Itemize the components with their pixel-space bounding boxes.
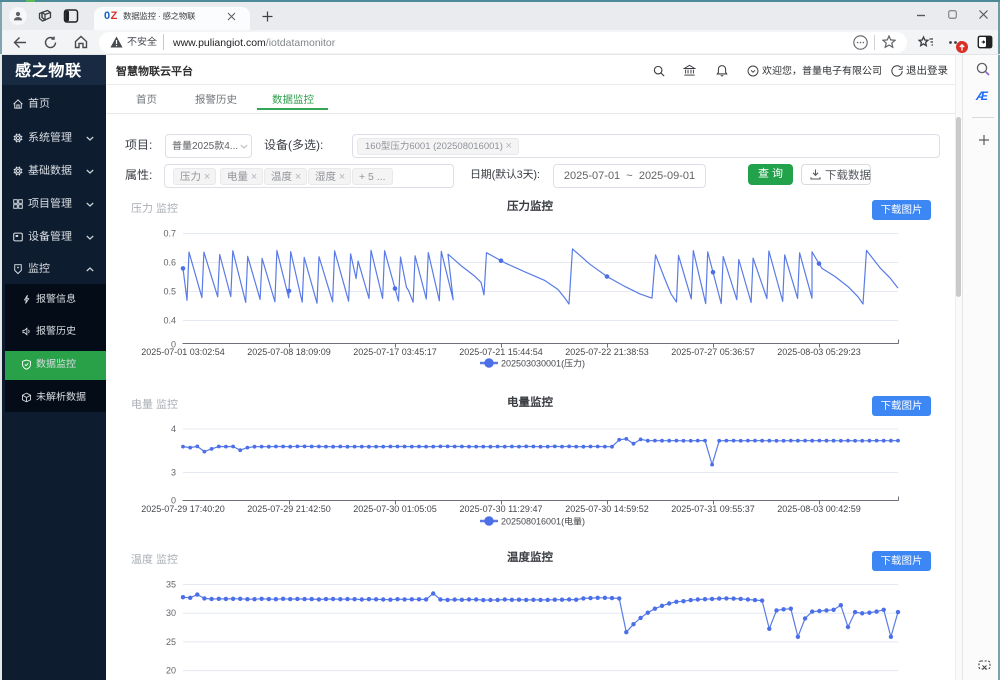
svg-text:2025-07-22 21:38:53: 2025-07-22 21:38:53 — [565, 347, 649, 357]
svg-text:30: 30 — [166, 608, 176, 618]
svg-text:0.4: 0.4 — [163, 316, 176, 326]
svg-text:4: 4 — [171, 424, 176, 434]
svg-text:2025-07-01 03:02:54: 2025-07-01 03:02:54 — [141, 347, 225, 357]
svg-text:0.7: 0.7 — [163, 229, 176, 239]
svg-text:202508016001(电量): 202508016001(电量) — [501, 517, 585, 527]
svg-text:35: 35 — [166, 580, 176, 590]
svg-text:2025-07-17 03:45:17: 2025-07-17 03:45:17 — [353, 347, 437, 357]
svg-text:2025-08-03 05:29:23: 2025-08-03 05:29:23 — [777, 347, 861, 357]
svg-text:3: 3 — [171, 468, 176, 478]
svg-text:2025-07-29 17:40:20: 2025-07-29 17:40:20 — [141, 504, 225, 514]
svg-text:2025-07-29 21:42:50: 2025-07-29 21:42:50 — [247, 504, 331, 514]
svg-text:2025-07-30 14:59:52: 2025-07-30 14:59:52 — [565, 504, 649, 514]
svg-text:202503030001(压力): 202503030001(压力) — [501, 359, 585, 369]
svg-text:0: 0 — [171, 496, 176, 506]
svg-text:2025-07-30 11:29:47: 2025-07-30 11:29:47 — [460, 504, 543, 514]
svg-text:0.5: 0.5 — [163, 287, 176, 297]
svg-text:20: 20 — [166, 666, 176, 676]
svg-text:0.6: 0.6 — [163, 258, 176, 268]
svg-text:2025-07-31 09:55:37: 2025-07-31 09:55:37 — [671, 504, 755, 514]
svg-text:2025-08-03 00:42:59: 2025-08-03 00:42:59 — [777, 504, 861, 514]
svg-text:25: 25 — [166, 637, 176, 647]
svg-text:0: 0 — [171, 340, 176, 350]
svg-text:2025-07-08 18:09:09: 2025-07-08 18:09:09 — [247, 347, 331, 357]
svg-text:2025-07-21 15:44:54: 2025-07-21 15:44:54 — [459, 347, 543, 357]
svg-text:2025-07-27 05:36:57: 2025-07-27 05:36:57 — [671, 347, 755, 357]
svg-text:2025-07-30 01:05:05: 2025-07-30 01:05:05 — [353, 504, 437, 514]
